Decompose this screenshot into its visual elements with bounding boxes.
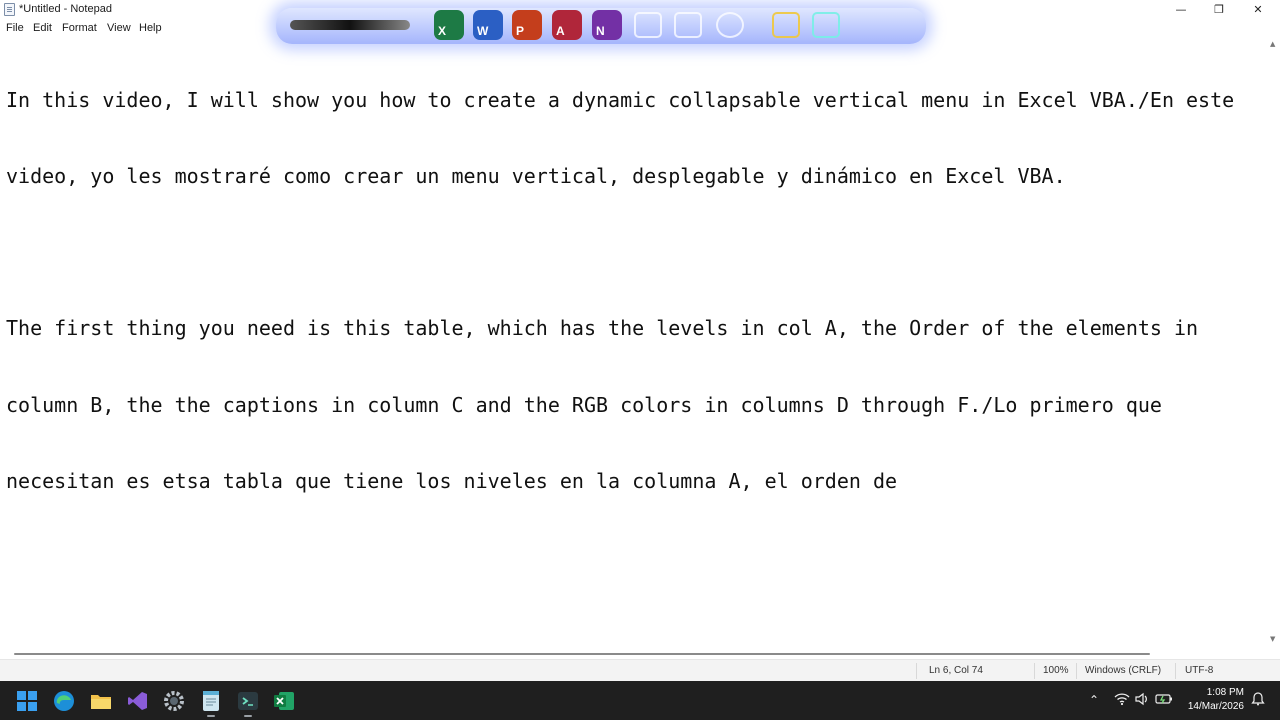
editor-line: The first thing you need is this table, …: [6, 316, 1199, 341]
maximize-button[interactable]: ❐: [1200, 0, 1238, 19]
menu-edit[interactable]: Edit: [33, 21, 52, 35]
volume-icon[interactable]: [1134, 692, 1150, 710]
running-app-indicator: [244, 715, 252, 717]
menu-format[interactable]: Format: [62, 21, 97, 35]
taskbar: ⌃ 1:08 PM 14/Mar/2026: [0, 681, 1280, 720]
editor-line: necesitan es etsa tabla que tiene los ni…: [6, 468, 898, 493]
edge-icon[interactable]: [51, 688, 77, 714]
visual-studio-icon[interactable]: [125, 688, 151, 714]
status-divider: [1076, 663, 1077, 679]
clock-time[interactable]: 1:08 PM: [1180, 686, 1244, 699]
editor-line: video, yo les mostraré como crear un men…: [6, 164, 1066, 189]
folder-icon[interactable]: [674, 12, 702, 38]
editor-line: column B, the the captions in column C a…: [6, 392, 1162, 417]
zoom-level: 100%: [1043, 665, 1069, 676]
powerpoint-icon[interactable]: P: [512, 10, 542, 40]
onenote-icon[interactable]: N: [592, 10, 622, 40]
window-title: *Untitled - Notepad: [19, 3, 112, 15]
status-divider: [1175, 663, 1176, 679]
app-launcher-dock: X W P A N: [276, 8, 926, 44]
wifi-icon[interactable]: [1114, 692, 1130, 710]
minimize-button[interactable]: —: [1162, 0, 1200, 19]
editor-content[interactable]: In this video, I will show you how to cr…: [6, 37, 1264, 545]
document-icon[interactable]: [634, 12, 662, 38]
menu-help[interactable]: Help: [139, 21, 162, 35]
menu-view[interactable]: View: [107, 21, 131, 35]
windows-start-icon[interactable]: [14, 688, 40, 714]
vertical-scrollbar[interactable]: ▲ ▼: [1268, 37, 1280, 649]
horizontal-scrollbar[interactable]: [0, 649, 1280, 659]
notepad-app-icon: [4, 3, 15, 16]
text-cursor-icon[interactable]: [812, 12, 840, 38]
word-icon[interactable]: W: [473, 10, 503, 40]
status-divider: [1034, 663, 1035, 679]
editor-line: In this video, I will show you how to cr…: [6, 87, 1235, 112]
active-app-indicator: [207, 715, 215, 717]
menu-file[interactable]: File: [6, 21, 24, 35]
clock-date[interactable]: 14/Mar/2026: [1180, 700, 1244, 713]
line-ending: Windows (CRLF): [1085, 665, 1162, 676]
battery-icon[interactable]: [1155, 692, 1173, 710]
status-divider: [916, 663, 917, 679]
close-button[interactable]: ✕: [1239, 0, 1277, 19]
encoding: UTF-8: [1185, 665, 1214, 676]
pen-icon[interactable]: [290, 20, 410, 30]
text-editor[interactable]: In this video, I will show you how to cr…: [0, 37, 1268, 649]
access-icon[interactable]: A: [552, 10, 582, 40]
settings-icon[interactable]: [161, 688, 187, 714]
scroll-down-icon[interactable]: ▼: [1270, 635, 1275, 643]
cursor-position: Ln 6, Col 74: [929, 665, 983, 676]
horizontal-scroll-thumb[interactable]: [14, 653, 1150, 655]
notepad-icon[interactable]: [198, 688, 224, 717]
notification-icon[interactable]: [1251, 692, 1265, 710]
scroll-up-icon[interactable]: ▲: [1270, 40, 1275, 48]
status-bar: Ln 6, Col 74 100% Windows (CRLF) UTF-8: [0, 659, 1280, 681]
excel-icon[interactable]: [271, 688, 297, 714]
gear-icon[interactable]: [716, 12, 744, 38]
file-explorer-icon[interactable]: [88, 688, 114, 714]
chevron-up-icon[interactable]: ⌃: [1089, 692, 1099, 708]
terminal-icon[interactable]: [235, 688, 261, 717]
tools-icon[interactable]: [772, 12, 800, 38]
excel-icon[interactable]: X: [434, 10, 464, 40]
